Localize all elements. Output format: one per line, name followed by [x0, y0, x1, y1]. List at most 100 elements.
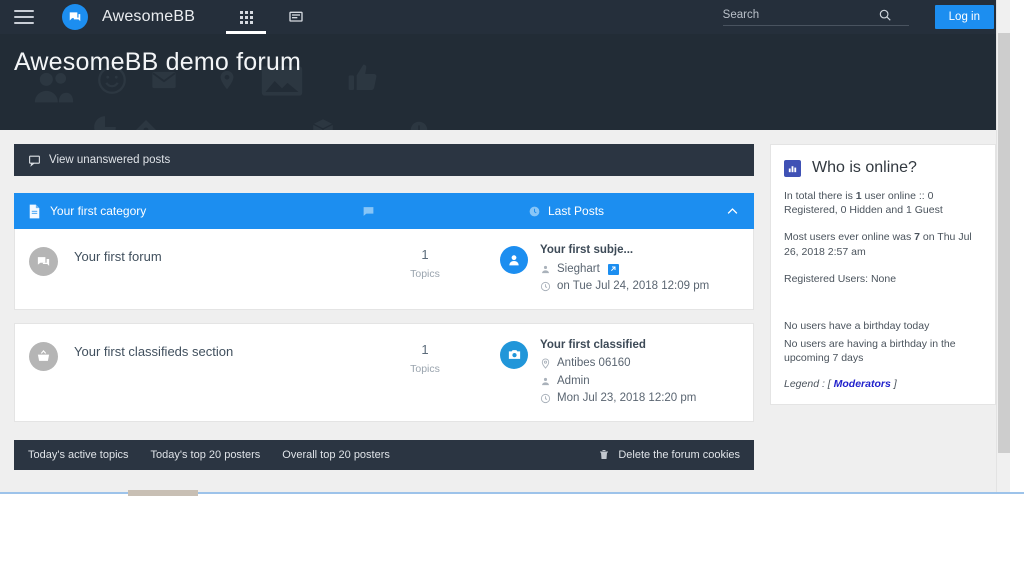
- last-post-time: Mon Jul 23, 2018 12:20 pm: [557, 392, 697, 404]
- sidebar-column: Who is online? In total there is 1 user …: [770, 144, 996, 478]
- last-post-time-line: Mon Jul 23, 2018 12:20 pm: [540, 392, 697, 405]
- comment-icon: [29, 155, 40, 167]
- category-title-group: Your first category: [28, 204, 146, 219]
- apps-grid-icon: [239, 10, 253, 24]
- thumbs-up-icon: [348, 64, 377, 90]
- pie-chart-icon: [94, 116, 116, 130]
- forum-icon-basket-icon: [29, 341, 58, 371]
- tag-icon: [136, 120, 156, 130]
- topic-count-label: Topics: [410, 362, 440, 375]
- forum-row[interactable]: Your first forum 1 Topics Your first sub…: [14, 229, 754, 310]
- last-post-title[interactable]: Your first classified: [540, 339, 696, 352]
- last-post-block: Your first subje... Sieghart on Tue Jul …: [500, 244, 739, 293]
- taskbar-tab[interactable]: [128, 490, 198, 496]
- goto-post-icon[interactable]: [607, 263, 619, 275]
- last-post-location: Antibes 06160: [557, 357, 631, 369]
- category-topics-icon-wrap: [362, 205, 375, 218]
- hero-banner: AwesomeBB demo forum: [0, 34, 1010, 130]
- birthday-upcoming: No users are having a birthday in the up…: [784, 338, 956, 365]
- forum-topic-count: 1 Topics: [350, 245, 500, 280]
- view-unanswered-posts-bar[interactable]: View unanswered posts: [14, 144, 754, 176]
- last-post-title[interactable]: Your first subje...: [540, 244, 709, 257]
- legend: Legend : [ Moderators ]: [784, 378, 982, 390]
- page-content: View unanswered posts Your first categor…: [0, 130, 1010, 492]
- category-header[interactable]: Your first category Last Posts: [14, 193, 754, 229]
- browser-page: AwesomeBB Search Log in AwesomeBB demo f…: [0, 0, 1010, 492]
- clock-icon: [540, 394, 551, 404]
- link-todays-top-20-posters[interactable]: Today's top 20 posters: [151, 449, 261, 461]
- topic-count-value: 1: [421, 247, 429, 262]
- topic-count-value: 1: [421, 341, 429, 357]
- last-post-author-line: Admin: [540, 375, 696, 388]
- category-last-posts-group: Last Posts: [528, 204, 604, 218]
- delete-forum-cookies-button[interactable]: Delete the forum cookies: [598, 448, 740, 461]
- forum-icon-chat-bubble-icon: [29, 247, 58, 276]
- last-post-time: on Tue Jul 24, 2018 12:09 pm: [557, 280, 710, 292]
- search-box[interactable]: [722, 8, 909, 26]
- online-summary: In total there is 1 user online :: 0 Reg…: [784, 189, 982, 217]
- view-unanswered-posts-label: View unanswered posts: [49, 154, 171, 166]
- page-title: AwesomeBB demo forum: [14, 48, 301, 76]
- brand-logo-chat-bubble-icon[interactable]: [62, 4, 88, 30]
- login-button[interactable]: Log in: [934, 5, 994, 29]
- top-navbar: AwesomeBB Search Log in: [0, 0, 1010, 34]
- file-icon: [29, 204, 40, 218]
- last-post-details: Your first subje... Sieghart on Tue Jul …: [540, 244, 710, 293]
- last-post-author[interactable]: Sieghart: [557, 263, 600, 276]
- birthday-today: No users have a birthday today: [784, 319, 930, 332]
- last-posts-label: Last Posts: [548, 204, 605, 218]
- who-is-online-panel: Who is online? In total there is 1 user …: [770, 144, 996, 406]
- brand-title: AwesomeBB: [102, 8, 196, 25]
- clock-icon: [529, 206, 540, 216]
- legend-moderators-link[interactable]: Moderators: [834, 378, 891, 390]
- topic-count-label: Topics: [410, 268, 440, 280]
- chevron-up-icon: [727, 207, 738, 214]
- online-text-1: In total there is: [784, 190, 856, 202]
- last-post-author[interactable]: Admin: [557, 375, 590, 388]
- chart-bar-icon: [784, 159, 801, 177]
- delete-cookies-label: Delete the forum cookies: [618, 448, 740, 461]
- main-column: View unanswered posts Your first categor…: [14, 144, 754, 478]
- box-icon: [312, 119, 334, 130]
- last-post-location-line: Antibes 06160: [540, 357, 696, 370]
- record-text-1: Most users ever online was: [784, 231, 915, 244]
- message-icon: [289, 11, 303, 22]
- search-input[interactable]: [722, 9, 878, 21]
- tab-messages[interactable]: [271, 0, 321, 34]
- link-overall-top-20-posters[interactable]: Overall top 20 posters: [282, 449, 390, 461]
- category-title: Your first category: [50, 204, 147, 218]
- clock-icon: [410, 121, 428, 130]
- forum-name[interactable]: Your first forum: [74, 245, 350, 264]
- forum-topic-count: 1 Topics: [350, 340, 500, 375]
- screenshot-viewport: AwesomeBB Search Log in AwesomeBB demo f…: [0, 0, 1024, 576]
- trash-icon: [600, 450, 609, 459]
- last-post-avatar-person-avatar-icon[interactable]: [500, 246, 528, 274]
- hamburger-icon[interactable]: [14, 6, 36, 28]
- forum-row[interactable]: Your first classifieds section 1 Topics: [14, 322, 754, 422]
- forum-name[interactable]: Your first classifieds section: [74, 340, 350, 359]
- map-pin-icon: [541, 358, 550, 370]
- panel-header: Who is online?: [784, 159, 982, 177]
- search-button[interactable]: [878, 8, 892, 22]
- comment-icon: [363, 206, 374, 216]
- tab-apps-grid[interactable]: [221, 0, 271, 34]
- last-post-author-line: Sieghart: [540, 263, 709, 276]
- legend-suffix: ]: [890, 378, 897, 391]
- legend-prefix: Legend : [: [784, 378, 834, 391]
- last-post-time-line: on Tue Jul 24, 2018 12:09 pm: [540, 280, 710, 293]
- navbar-right-group: Log in: [722, 5, 1010, 29]
- registered-users: Registered Users: None: [784, 272, 897, 285]
- link-todays-active-topics[interactable]: Today's active topics: [28, 449, 129, 461]
- clock-icon: [540, 282, 551, 292]
- last-post-avatar-camera-icon[interactable]: [500, 340, 528, 369]
- footer-links-bar: Today's active topics Today's top 20 pos…: [14, 439, 754, 470]
- last-post-block: Your first classified Antibes 06160 Admi…: [500, 339, 739, 405]
- category-collapse-button[interactable]: [725, 204, 740, 219]
- last-post-details: Your first classified Antibes 06160 Admi…: [540, 339, 697, 405]
- panel-title: Who is online?: [812, 159, 917, 176]
- search-icon: [879, 9, 891, 21]
- person-icon: [542, 265, 549, 273]
- record-online: Most users ever online was 7 on Thu Jul …: [784, 230, 982, 258]
- person-icon: [542, 377, 549, 385]
